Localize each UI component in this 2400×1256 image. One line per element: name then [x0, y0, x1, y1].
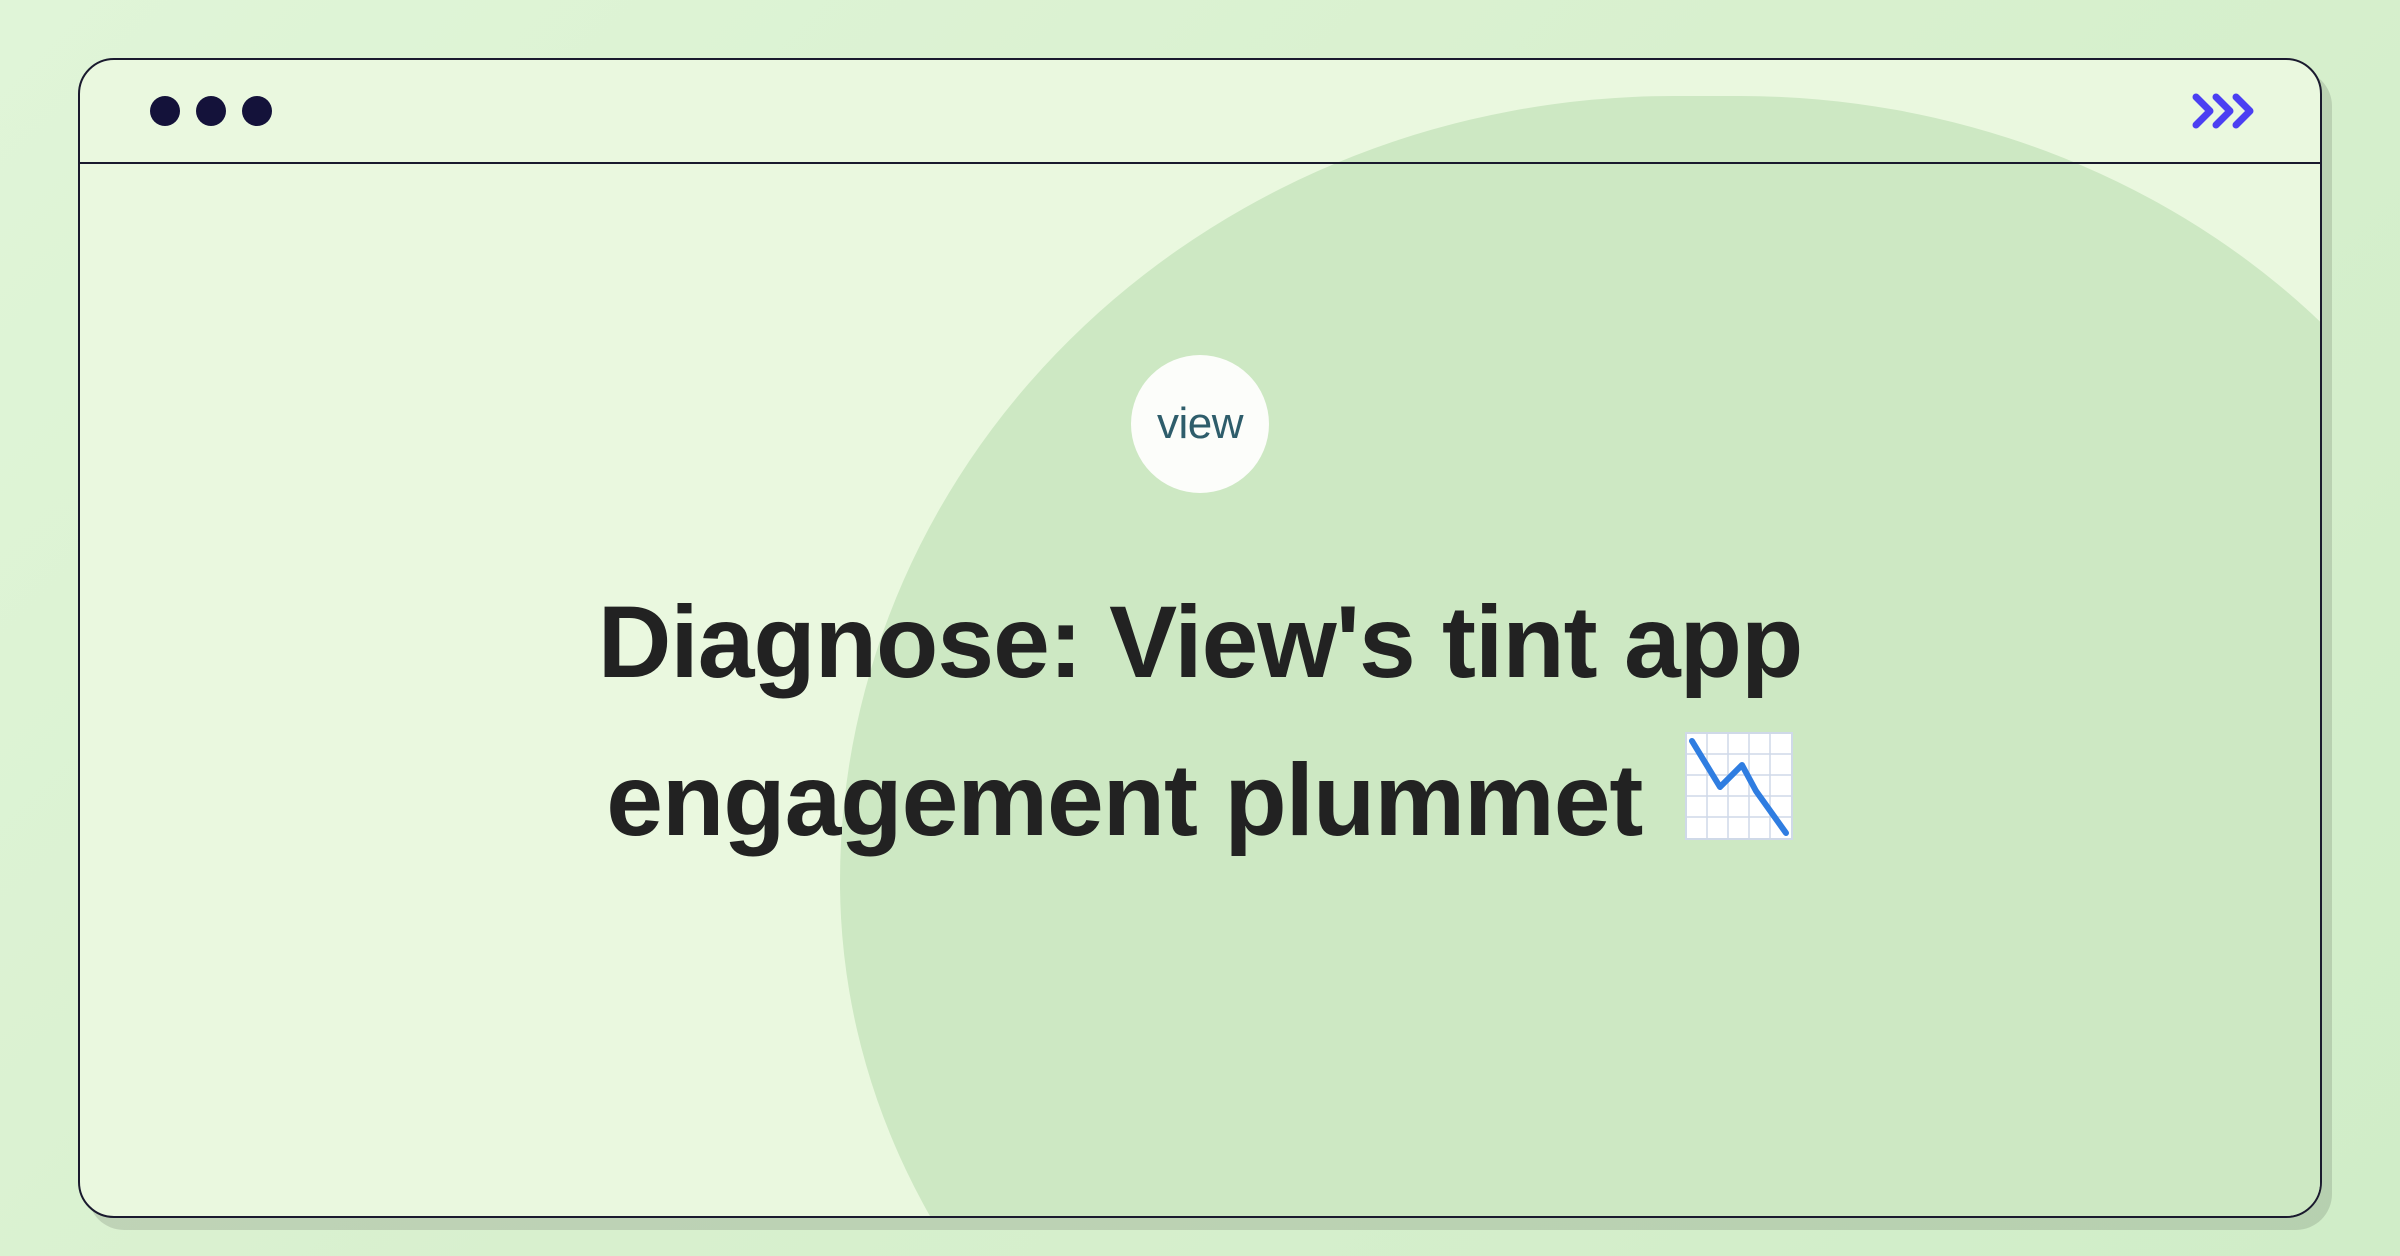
headline: Diagnose: View's tint app engagement plu… — [598, 563, 1803, 885]
headline-line-2: engagement plummet — [606, 743, 1642, 857]
headline-line-1: Diagnose: View's tint app — [598, 585, 1803, 699]
brand-badge: view — [1131, 355, 1269, 493]
chart-decreasing-icon — [1684, 727, 1794, 885]
window-content: view Diagnose: View's tint app engagemen… — [80, 164, 2320, 1216]
app-window: view Diagnose: View's tint app engagemen… — [78, 58, 2322, 1218]
window-traffic-lights — [150, 96, 272, 126]
window-titlebar — [80, 60, 2320, 164]
brand-badge-label: view — [1157, 399, 1243, 449]
traffic-dot-3[interactable] — [242, 96, 272, 126]
traffic-dot-1[interactable] — [150, 96, 180, 126]
traffic-dot-2[interactable] — [196, 96, 226, 126]
forward-chevrons-icon[interactable] — [2192, 91, 2264, 131]
